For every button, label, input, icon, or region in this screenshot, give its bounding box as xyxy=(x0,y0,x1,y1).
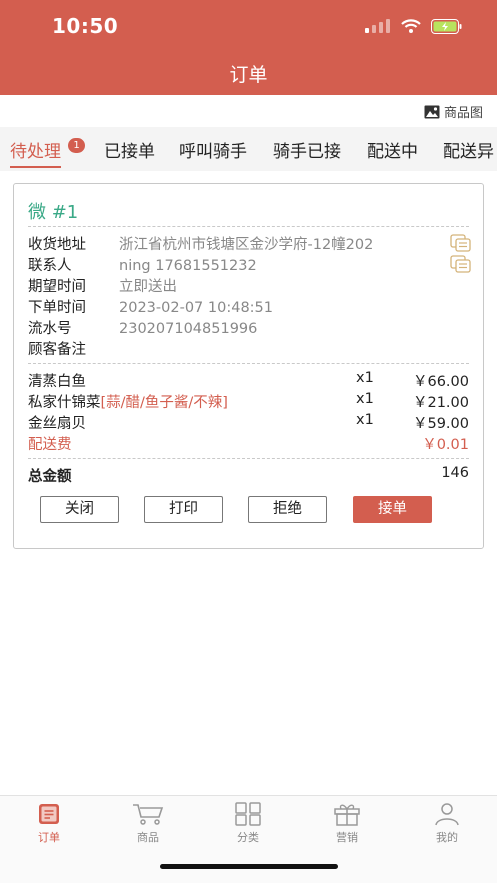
copy-phone-icon[interactable] xyxy=(450,255,472,273)
order-item: 私家什锦菜[蒜/醋/鱼子酱/不辣] x1 ￥21.00 xyxy=(28,391,469,411)
delivery-fee-row: 配送费 ￥0.01 xyxy=(28,433,469,453)
info-value: 230207104851996 xyxy=(119,321,258,337)
order-item: 金丝扇贝 x1 ￥59.00 xyxy=(28,412,469,432)
copy-address-icon[interactable] xyxy=(450,234,472,252)
item-price: ￥66.00 xyxy=(412,374,469,390)
info-label: 流水号 xyxy=(28,321,72,337)
item-name-wrap: 私家什锦菜[蒜/醋/鱼子酱/不辣] xyxy=(28,391,228,412)
tab-active-indicator xyxy=(10,166,61,168)
tab-label: 配送中 xyxy=(367,142,418,162)
info-label: 顾客备注 xyxy=(28,342,86,358)
bottom-tab-bar: 订单 商品 分类 营销 我的 xyxy=(0,795,497,883)
delivery-fee-label: 配送费 xyxy=(28,437,72,453)
item-spec: [蒜/醋/鱼子酱/不辣] xyxy=(100,395,228,411)
order-item: 清蒸白鱼 x1 ￥66.00 xyxy=(28,370,469,390)
reject-button[interactable]: 拒绝 xyxy=(248,496,327,523)
divider xyxy=(28,458,469,459)
order-card: 微 #1 收货地址 浙江省杭州市钱塘区金沙学府-12幢202 联系人 ning 17… xyxy=(13,183,484,549)
info-row-customer-note: 顾客备注 xyxy=(28,338,119,359)
wifi-icon xyxy=(401,19,421,33)
gift-icon xyxy=(334,804,360,826)
item-quantity: x1 xyxy=(356,412,374,428)
tab-label: 呼叫骑手 xyxy=(179,142,247,162)
info-row-expected-time: 期望时间 立即送出 xyxy=(28,275,177,296)
battery-icon xyxy=(431,18,462,34)
total-label: 总金额 xyxy=(28,469,72,485)
info-value: 2023-02-07 10:48:51 xyxy=(119,300,273,316)
tabbar-label: 分类 xyxy=(237,831,259,844)
close-button[interactable]: 关闭 xyxy=(40,496,119,523)
tab-label: 已接单 xyxy=(104,142,155,162)
tabbar-label: 订单 xyxy=(38,831,60,844)
item-name: 清蒸白鱼 xyxy=(28,374,86,390)
info-row-address: 收货地址 浙江省杭州市钱塘区金沙学府-12幢202 xyxy=(28,233,373,254)
print-button[interactable]: 打印 xyxy=(144,496,223,523)
info-row-serial-number: 流水号 230207104851996 xyxy=(28,317,257,338)
product-image-toggle[interactable]: 商品图 xyxy=(424,102,483,121)
tabbar-item-orders[interactable]: 订单 xyxy=(19,802,79,845)
tab-label: 配送异 xyxy=(443,142,494,162)
tab-delivery-exception[interactable]: 配送异 xyxy=(443,137,494,162)
tab-accepted[interactable]: 已接单 xyxy=(104,137,155,162)
tab-rider-accepted[interactable]: 骑手已接 xyxy=(273,137,341,162)
app-header: 10:50 订单 xyxy=(0,0,497,95)
home-indicator xyxy=(160,864,338,869)
tabbar-label: 营销 xyxy=(336,831,358,844)
person-icon xyxy=(435,803,459,826)
info-value: 浙江省杭州市钱塘区金沙学府-12幢202 xyxy=(119,237,374,253)
cart-icon xyxy=(133,804,164,825)
grid-icon xyxy=(235,802,261,826)
info-label: 期望时间 xyxy=(28,279,86,295)
info-value: 立即送出 xyxy=(119,279,177,295)
tab-pending[interactable]: 待处理 xyxy=(10,137,61,168)
tab-label: 骑手已接 xyxy=(273,142,341,162)
total-value: 146 xyxy=(441,465,469,481)
page-title: 订单 xyxy=(229,64,268,86)
tab-label: 待处理 xyxy=(10,142,61,162)
tabbar-item-products[interactable]: 商品 xyxy=(118,802,178,845)
item-name: 金丝扇贝 xyxy=(28,416,86,432)
item-quantity: x1 xyxy=(356,370,374,386)
tab-call-rider[interactable]: 呼叫骑手 xyxy=(179,137,247,162)
delivery-fee-value: ￥0.01 xyxy=(422,437,469,453)
item-name-wrap: 金丝扇贝 xyxy=(28,412,86,433)
tabbar-item-marketing[interactable]: 营销 xyxy=(317,802,377,845)
image-icon xyxy=(424,105,440,118)
order-number: 微 #1 xyxy=(28,202,79,223)
info-label: 联系人 xyxy=(28,258,72,274)
info-row-contact: 联系人 ning 17681551232 xyxy=(28,254,257,275)
divider xyxy=(28,363,469,364)
accept-button[interactable]: 接单 xyxy=(353,496,432,523)
pending-count-badge: 1 xyxy=(68,138,85,153)
item-name: 私家什锦菜 xyxy=(28,395,101,411)
tabbar-item-mine[interactable]: 我的 xyxy=(417,802,477,845)
info-value: ning 17681551232 xyxy=(119,258,257,274)
signal-icon xyxy=(365,19,390,33)
product-image-label: 商品图 xyxy=(443,106,483,121)
item-price: ￥59.00 xyxy=(412,416,469,432)
tab-delivering[interactable]: 配送中 xyxy=(367,137,418,162)
order-status-tabs: 待处理 1 已接单 呼叫骑手 骑手已接 配送中 配送异 xyxy=(0,127,497,171)
tabbar-label: 商品 xyxy=(137,831,159,844)
tabbar-item-categories[interactable]: 分类 xyxy=(218,802,278,845)
tabbar-label: 我的 xyxy=(436,831,458,844)
status-time: 10:50 xyxy=(52,14,119,38)
item-name-wrap: 清蒸白鱼 xyxy=(28,370,86,391)
info-label: 收货地址 xyxy=(28,237,86,253)
order-icon xyxy=(39,804,59,824)
item-quantity: x1 xyxy=(356,391,374,407)
status-icons xyxy=(365,17,463,35)
divider xyxy=(28,226,469,227)
info-label: 下单时间 xyxy=(28,300,86,316)
item-price: ￥21.00 xyxy=(412,395,469,411)
info-row-order-time: 下单时间 2023-02-07 10:48:51 xyxy=(28,296,273,317)
